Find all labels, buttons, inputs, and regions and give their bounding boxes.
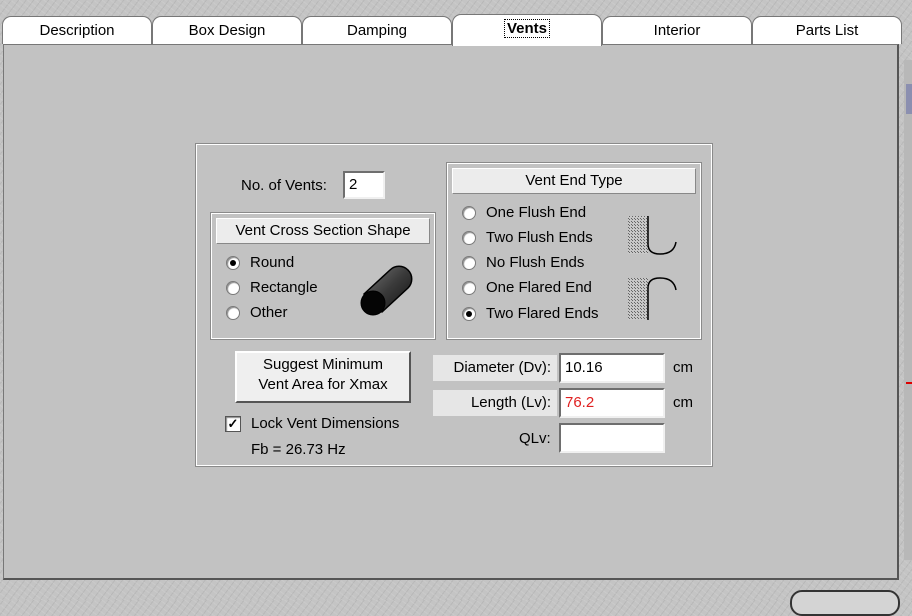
radio-other-label[interactable]: Other: [250, 304, 288, 321]
radio-no-flush-ends[interactable]: [462, 256, 476, 270]
length-unit: cm: [673, 394, 693, 411]
tab-vents-label: Vents: [503, 19, 551, 38]
radio-one-flush-end-label[interactable]: One Flush End: [486, 204, 586, 221]
radio-two-flared-ends-label[interactable]: Two Flared Ends: [486, 305, 599, 322]
radio-one-flared-end-label[interactable]: One Flared End: [486, 279, 592, 296]
vent-count-field[interactable]: 2: [343, 171, 385, 199]
diameter-unit: cm: [673, 359, 693, 376]
tab-vents[interactable]: Vents: [452, 14, 602, 46]
qlv-field[interactable]: [559, 423, 665, 453]
radio-two-flared-ends[interactable]: [462, 307, 476, 321]
vent-settings-panel: No. of Vents: 2 Vent Cross Section Shape…: [195, 143, 713, 467]
radio-rectangle-label[interactable]: Rectangle: [250, 279, 318, 296]
lock-vent-dimensions-checkbox[interactable]: ✓: [225, 416, 241, 432]
suggest-button-line1: Suggest Minimum: [262, 356, 384, 373]
radio-other[interactable]: [226, 306, 240, 320]
tab-box-design[interactable]: Box Design: [152, 16, 302, 44]
flared-vent-diagram-icon: [628, 216, 677, 320]
diameter-field[interactable]: 10.16: [559, 353, 665, 383]
length-label: Length (Lv):: [433, 390, 557, 416]
qlv-label: QLv:: [519, 430, 551, 447]
radio-no-flush-ends-label[interactable]: No Flush Ends: [486, 254, 584, 271]
radio-round[interactable]: [226, 256, 240, 270]
radio-rectangle[interactable]: [226, 281, 240, 295]
dialog-button-edge[interactable]: [790, 590, 900, 616]
length-field[interactable]: 76.2: [559, 388, 665, 418]
lock-vent-dimensions-label[interactable]: Lock Vent Dimensions: [251, 415, 399, 432]
diameter-label: Diameter (Dv):: [433, 355, 557, 381]
cross-section-group: Vent Cross Section Shape Round Rectangle…: [210, 212, 436, 340]
radio-one-flared-end[interactable]: [462, 281, 476, 295]
vent-end-type-group: Vent End Type One Flush End Two Flush En…: [446, 162, 702, 340]
tab-bar: Description Box Design Damping Vents Int…: [0, 14, 912, 46]
vent-end-type-title: Vent End Type: [452, 168, 696, 194]
tab-damping[interactable]: Damping: [302, 16, 452, 44]
tab-interior[interactable]: Interior: [602, 16, 752, 44]
tab-parts-list[interactable]: Parts List: [752, 16, 902, 44]
tab-description[interactable]: Description: [2, 16, 152, 44]
cross-section-title: Vent Cross Section Shape: [216, 218, 430, 244]
radio-two-flush-ends[interactable]: [462, 231, 476, 245]
fb-readout: Fb = 26.73 Hz: [251, 441, 346, 458]
radio-two-flush-ends-label[interactable]: Two Flush Ends: [486, 229, 593, 246]
radio-round-label[interactable]: Round: [250, 254, 294, 271]
radio-one-flush-end[interactable]: [462, 206, 476, 220]
window-edge: [904, 60, 912, 560]
suggest-button-line2: Vent Area for Xmax: [258, 376, 388, 393]
vent-count-label: No. of Vents:: [241, 177, 327, 194]
round-vent-cylinder-icon: [360, 265, 413, 316]
suggest-minimum-vent-area-button[interactable]: Suggest Minimum Vent Area for Xmax: [235, 351, 411, 403]
